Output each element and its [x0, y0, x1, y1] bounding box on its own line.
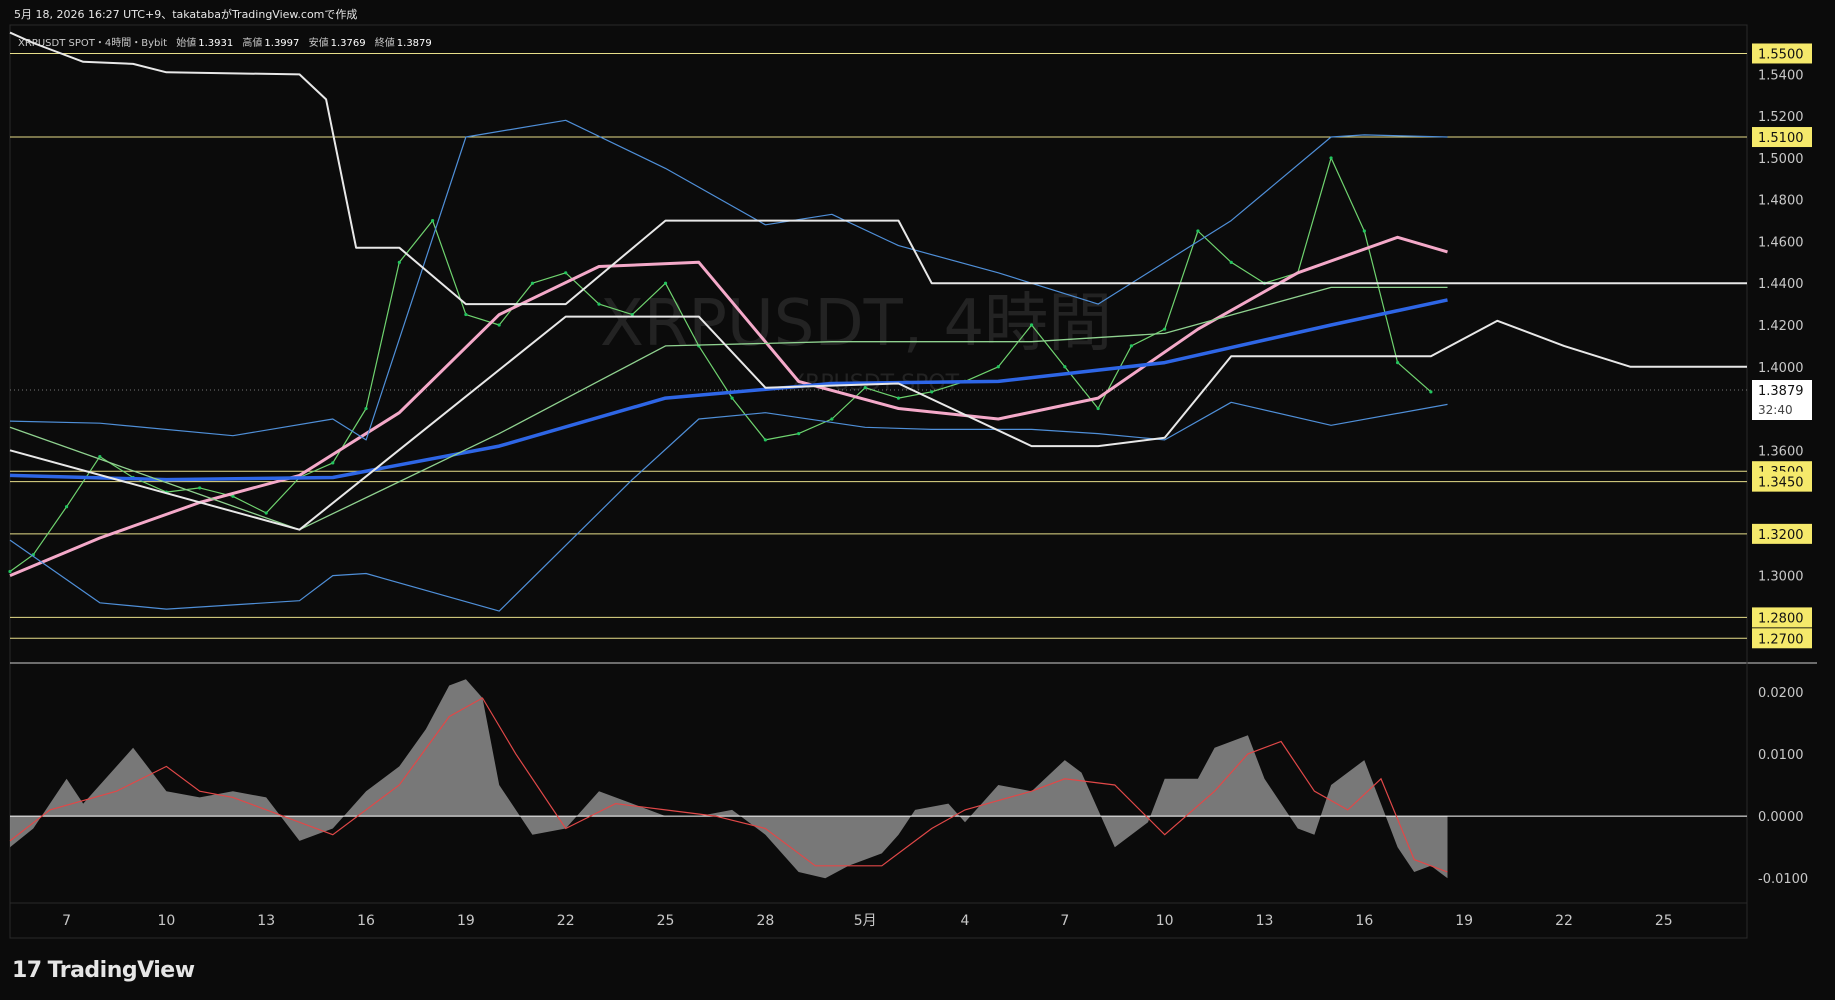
- close-point: [64, 505, 69, 509]
- close-point: [1396, 360, 1400, 365]
- time-tick-label: 25: [1655, 913, 1673, 929]
- close-point: [8, 569, 12, 574]
- close-point: [1029, 323, 1034, 327]
- close-point: [896, 396, 901, 400]
- price-tick-label: 1.4800: [1758, 194, 1804, 209]
- level-badge-label: 1.2700: [1758, 632, 1804, 647]
- close-point: [830, 417, 834, 421]
- price-tick-label: 1.4000: [1758, 361, 1804, 376]
- close-point: [530, 281, 535, 285]
- time-axis[interactable]: 7 10 13 16 19 22 25 28 5月 4 7 10 13 16 19 22 25: [62, 913, 1673, 929]
- oscillator-pane: [9, 679, 1747, 879]
- level-badge-label: 1.2800: [1758, 611, 1804, 626]
- close-point: [497, 323, 501, 327]
- countdown-label: 32:40: [1758, 403, 1793, 417]
- time-tick-label: 25: [657, 913, 675, 929]
- osc-tick-label: 0.0000: [1758, 810, 1804, 825]
- close-point: [1362, 229, 1366, 233]
- watermark-main: XRPUSDT, 4時間: [600, 287, 1112, 361]
- osc-tick-label: 0.0200: [1758, 686, 1804, 701]
- time-tick-label: 10: [157, 913, 175, 929]
- close-point: [597, 302, 601, 306]
- time-tick-label: 4: [961, 913, 970, 929]
- close-point: [1329, 156, 1333, 160]
- close-point: [1129, 344, 1133, 348]
- close-point: [564, 271, 568, 275]
- price-tick-label: 1.5400: [1758, 68, 1804, 83]
- close-point: [1096, 406, 1100, 411]
- close-point: [996, 365, 1000, 369]
- price-tick-label: 1.3000: [1758, 570, 1804, 585]
- close-point: [730, 396, 734, 400]
- close-point: [1196, 229, 1200, 233]
- level-badge-label: 1.5500: [1758, 47, 1804, 62]
- close-point: [1429, 390, 1433, 394]
- close-point: [763, 438, 767, 442]
- time-tick-label: 16: [357, 913, 375, 929]
- time-tick-label: 10: [1156, 913, 1174, 929]
- time-tick-label: 7: [1060, 913, 1069, 929]
- envelope-upper-line: [9, 31, 1747, 306]
- time-tick-label: 22: [557, 913, 575, 929]
- time-tick-label: 22: [1555, 913, 1573, 929]
- price-tick-label: 1.3600: [1758, 444, 1804, 459]
- tradingview-logo[interactable]: 𝟭𝟳 TradingView: [12, 958, 195, 983]
- osc-tick-label: -0.0100: [1758, 872, 1808, 887]
- close-point: [930, 390, 934, 394]
- time-tick-label: 7: [62, 913, 71, 929]
- close-point: [1163, 327, 1167, 331]
- time-tick-label: 28: [756, 913, 774, 929]
- time-tick-label: 13: [257, 913, 275, 929]
- level-badge-label: 1.5100: [1758, 131, 1804, 146]
- price-tick-label: 1.4200: [1758, 319, 1804, 334]
- price-chart[interactable]: XRPUSDT, 4時間 XRPUSDT SPOT 1.55001.51001.…: [0, 0, 1835, 1000]
- close-point: [663, 281, 668, 285]
- bollinger-lower-line: [9, 401, 1448, 612]
- level-badge-label: 1.3200: [1758, 528, 1804, 543]
- close-point: [464, 312, 468, 317]
- close-point: [863, 386, 867, 390]
- close-point: [431, 218, 435, 223]
- level-badge-label: 1.3450: [1758, 476, 1804, 491]
- close-point: [1229, 260, 1233, 264]
- close-point: [331, 461, 335, 465]
- time-tick-label: 13: [1256, 913, 1274, 929]
- osc-tick-label: 0.0100: [1758, 748, 1804, 763]
- time-tick-label: 19: [1455, 913, 1473, 929]
- level-badge-1: 1.5100: [1752, 127, 1812, 148]
- time-tick-label: 5月: [854, 913, 877, 929]
- tv-logo-icon: 𝟭𝟳: [12, 958, 42, 983]
- oscillator-histogram-area: [10, 679, 1448, 879]
- level-badge-5: 1.2800: [1752, 607, 1812, 628]
- close-point: [797, 432, 801, 436]
- close-point: [264, 511, 268, 515]
- level-badge-3: 1.3450: [1752, 471, 1812, 492]
- close-point: [364, 406, 368, 411]
- close-point: [198, 486, 202, 490]
- current-price-badge: 1.3879 32:40: [1752, 380, 1812, 420]
- time-tick-label: 19: [457, 913, 475, 929]
- close-point: [397, 260, 401, 264]
- time-tick-label: 16: [1355, 913, 1373, 929]
- level-badge-0: 1.5500: [1752, 43, 1812, 64]
- price-tick-label: 1.4600: [1758, 235, 1804, 250]
- current-price-label: 1.3879: [1758, 384, 1804, 399]
- close-point: [98, 454, 102, 459]
- close-point: [1063, 365, 1067, 369]
- price-tick-label: 1.5200: [1758, 110, 1804, 125]
- price-tick-label: 1.5000: [1758, 152, 1804, 167]
- level-badge-4: 1.3200: [1752, 523, 1812, 544]
- brand-label: TradingView: [47, 958, 195, 983]
- level-badge-6: 1.2700: [1752, 628, 1812, 649]
- price-tick-label: 1.4400: [1758, 277, 1804, 292]
